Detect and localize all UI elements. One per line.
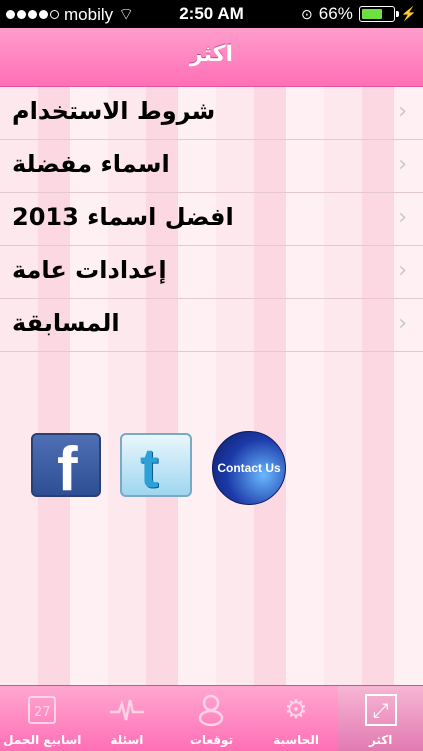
calendar-icon: 27	[28, 696, 57, 724]
tab-predictions[interactable]: توقعات	[169, 686, 254, 751]
baby-icon	[194, 694, 228, 726]
chevron-right-icon: ›	[398, 99, 407, 124]
tab-label: الحاسبة	[273, 733, 319, 747]
battery-icon	[358, 6, 399, 22]
tab-bar: 27 اسابيع الحمل اسئلة توقعات ⚙ الحاسبة ⤢…	[0, 685, 423, 751]
facebook-button[interactable]: f	[31, 433, 101, 501]
status-bar: mobily ⌔ 2:50 AM ⊙ 66% ⚡	[0, 0, 423, 28]
menu-item-contest[interactable]: المسابقة ›	[0, 299, 423, 352]
menu-item-terms[interactable]: شروط الاستخدام ›	[0, 87, 423, 140]
main-content: شروط الاستخدام › اسماء مفضلة › افضل اسما…	[0, 87, 423, 685]
tab-questions[interactable]: اسئلة	[85, 686, 170, 751]
expand-icon: ⤢	[364, 694, 397, 726]
tab-label: اسابيع الحمل	[3, 733, 82, 747]
menu-item-label: افضل اسماء 2013	[12, 203, 234, 231]
menu-item-favorite-names[interactable]: اسماء مفضلة ›	[0, 140, 423, 193]
chevron-right-icon: ›	[398, 152, 407, 177]
tab-more[interactable]: ⤢ اكثر	[338, 686, 423, 751]
heartbeat-icon	[109, 694, 144, 726]
battery-area: ⊙ 66% ⚡	[301, 4, 417, 24]
facebook-icon: f	[57, 435, 78, 504]
tab-label: اسئلة	[110, 733, 144, 747]
tab-calculator[interactable]: ⚙ الحاسبة	[254, 686, 339, 751]
menu-item-label: شروط الاستخدام	[12, 97, 216, 125]
battery-percent: 66%	[318, 4, 353, 23]
menu-item-settings[interactable]: إعدادات عامة ›	[0, 246, 423, 299]
tab-label: اكثر	[368, 733, 393, 747]
orientation-lock-icon: ⊙	[301, 5, 313, 22]
menu-item-label: المسابقة	[12, 309, 120, 337]
chevron-right-icon: ›	[398, 311, 407, 336]
contact-us-label: Contact Us	[217, 461, 281, 475]
gear-icon: ⚙	[284, 695, 308, 725]
chevron-right-icon: ›	[398, 205, 407, 230]
tab-pregnancy-weeks[interactable]: 27 اسابيع الحمل	[0, 686, 85, 751]
twitter-icon: t	[140, 436, 159, 499]
menu-item-best-names[interactable]: افضل اسماء 2013 ›	[0, 193, 423, 246]
chevron-right-icon: ›	[398, 258, 407, 283]
twitter-button[interactable]: t	[120, 433, 192, 499]
menu-item-label: اسماء مفضلة	[12, 150, 170, 178]
page-title: اكثر	[189, 42, 233, 67]
charging-icon: ⚡	[400, 6, 417, 21]
menu-item-label: إعدادات عامة	[12, 256, 167, 284]
menu-list: شروط الاستخدام › اسماء مفضلة › افضل اسما…	[0, 87, 423, 352]
contact-us-button[interactable]: Contact Us	[212, 431, 286, 505]
navigation-bar: اكثر	[0, 28, 423, 87]
tab-label: توقعات	[189, 733, 234, 747]
